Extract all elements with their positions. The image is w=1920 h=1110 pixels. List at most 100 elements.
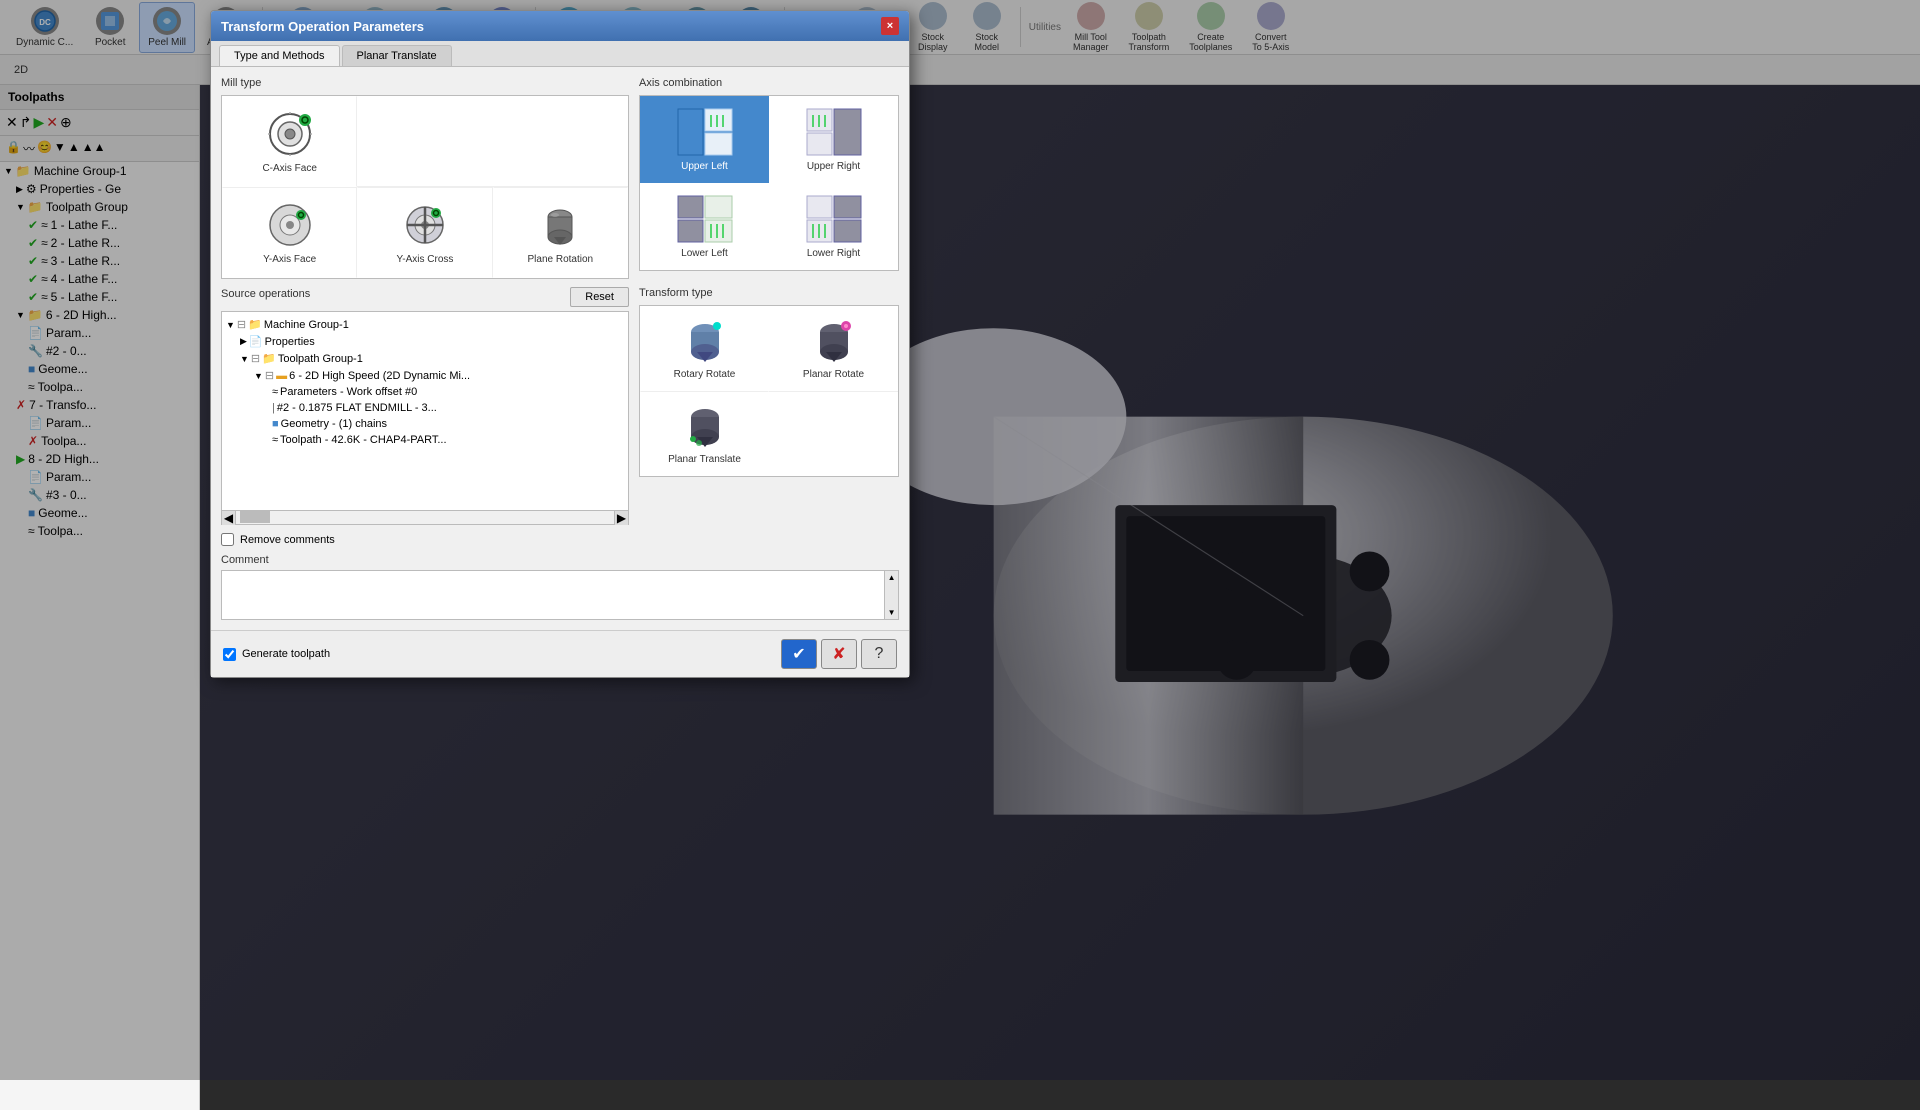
mill-type-grid: C-Axis Face <box>221 95 629 279</box>
src-properties[interactable]: ▶ 📄 Properties <box>222 333 628 350</box>
mill-type-plane-rotation[interactable]: Plane Rotation <box>493 187 628 278</box>
dialog-footer: Generate toolpath ✔ ✘ ? <box>211 630 909 677</box>
comment-section: Comment ▲ ▼ <box>221 554 899 620</box>
src-machine-group[interactable]: ▼ ⊟ 📁 Machine Group-1 <box>222 316 628 333</box>
c-axis-face-icon <box>262 109 318 159</box>
axis-lower-right[interactable]: Lower Right <box>769 183 898 270</box>
comment-vscroll[interactable]: ▲ ▼ <box>885 570 899 620</box>
axis-combination-section: Axis combination <box>639 77 899 279</box>
upper-right-icon <box>805 107 863 157</box>
scroll-left-btn[interactable]: ◀ <box>222 511 236 525</box>
src-6-2dhigh[interactable]: ▼ ⊟ ▬ 6 - 2D High Speed (2D Dynamic Mi..… <box>222 367 628 384</box>
axis-upper-right[interactable]: Upper Right <box>769 96 898 183</box>
transform-rotary-rotate[interactable]: Rotary Rotate <box>640 306 769 391</box>
transform-planar-translate[interactable]: Planar Translate <box>640 391 769 476</box>
bottom-section: Source operations Reset ▼ ⊟ 📁 Machine Gr… <box>221 287 899 525</box>
src-toolpath[interactable]: ≈ Toolpath - 42.6K - CHAP4-PART... <box>222 432 628 448</box>
transform-dialog: Transform Operation Parameters × Type an… <box>210 10 910 678</box>
comment-textarea[interactable] <box>221 570 885 620</box>
ok-button[interactable]: ✔ <box>781 639 817 669</box>
generate-toolpath-checkbox[interactable] <box>223 648 236 661</box>
src-prop-icon: 📄 <box>249 335 263 348</box>
mill-type-y-axis-face[interactable]: Y-Axis Face <box>222 187 357 278</box>
src-machine-group-icon: 📁 <box>248 318 262 331</box>
axis-lower-left[interactable]: Lower Left <box>640 183 769 270</box>
axis-grid: Upper Left <box>639 95 899 271</box>
rotary-rotate-icon <box>676 317 734 365</box>
planar-translate-icon <box>676 402 734 450</box>
mill-type-c-axis[interactable]: C-Axis Face <box>222 96 357 187</box>
remove-comments-row: Remove comments <box>221 533 899 546</box>
y-axis-face-icon <box>262 200 318 250</box>
src-param[interactable]: ≈ Parameters - Work offset #0 <box>222 384 628 400</box>
comment-scroll-up[interactable]: ▲ <box>888 573 896 582</box>
mill-type-y-axis-cross[interactable]: Y-Axis Cross <box>357 187 492 278</box>
dialog-title: Transform Operation Parameters <box>221 19 424 34</box>
upper-left-label: Upper Left <box>681 161 728 172</box>
source-ops-label: Source operations <box>221 288 310 300</box>
y-axis-cross-icon <box>397 200 453 250</box>
plane-rotation-icon <box>532 200 588 250</box>
scroll-track <box>236 511 614 524</box>
tab-type-methods[interactable]: Type and Methods <box>219 45 340 66</box>
generate-toolpath-check: Generate toolpath <box>223 648 330 661</box>
reset-button[interactable]: Reset <box>570 287 629 307</box>
dialog-tabs: Type and Methods Planar Translate <box>211 41 909 67</box>
src-tp-icon: ≈ <box>272 434 278 446</box>
comment-area-wrapper: ▲ ▼ <box>221 570 899 620</box>
src-6-folder-icon: ▬ <box>276 370 287 382</box>
src-geometry[interactable]: ■ Geometry - (1) chains <box>222 416 628 432</box>
comment-label: Comment <box>221 554 899 566</box>
remove-comments-label: Remove comments <box>240 534 335 546</box>
source-operations-section: Source operations Reset ▼ ⊟ 📁 Machine Gr… <box>221 287 629 525</box>
footer-buttons: ✔ ✘ ? <box>781 639 897 669</box>
src-tg-icon: ⊟ <box>251 352 260 365</box>
src-toolpath-group[interactable]: ▼ ⊟ 📁 Toolpath Group-1 <box>222 350 628 367</box>
source-tree-hscroll[interactable]: ◀ ▶ <box>221 511 629 525</box>
scroll-right-btn[interactable]: ▶ <box>614 511 628 525</box>
src-6-icon: ⊟ <box>265 369 274 382</box>
dialog-body: Mill type <box>211 67 909 630</box>
mill-type-section: Mill type <box>221 77 629 279</box>
generate-toolpath-label: Generate toolpath <box>242 648 330 660</box>
planar-rotate-label: Planar Rotate <box>803 369 864 380</box>
planar-rotate-icon <box>805 317 863 365</box>
src-6-expand: ▼ <box>254 371 263 381</box>
upper-left-icon <box>676 107 734 157</box>
lower-right-label: Lower Right <box>807 248 860 259</box>
transform-type-section: Transform type <box>639 287 899 525</box>
tab-planar-translate[interactable]: Planar Translate <box>342 45 452 66</box>
src-param-icon: ≈ <box>272 386 278 398</box>
src-endmill-icon: | <box>272 402 275 414</box>
y-axis-face-label: Y-Axis Face <box>263 254 316 265</box>
scroll-thumb[interactable] <box>240 511 270 523</box>
c-axis-face-label: C-Axis Face <box>262 163 316 174</box>
mill-type-label: Mill type <box>221 77 629 89</box>
transform-empty-cell <box>769 391 898 476</box>
transform-type-label: Transform type <box>639 287 899 299</box>
axis-label: Axis combination <box>639 77 899 89</box>
help-button[interactable]: ? <box>861 639 897 669</box>
planar-translate-label: Planar Translate <box>668 454 741 465</box>
dialog-titlebar: Transform Operation Parameters × <box>211 11 909 41</box>
src-tg-folder-icon: 📁 <box>262 352 276 365</box>
top-section: Mill type <box>221 77 899 279</box>
src-endmill[interactable]: | #2 - 0.1875 FLAT ENDMILL - 3... <box>222 400 628 416</box>
dialog-close-button[interactable]: × <box>881 17 899 35</box>
cancel-button[interactable]: ✘ <box>821 639 857 669</box>
src-geom-icon: ■ <box>272 418 279 430</box>
src-prop-expand: ▶ <box>240 336 247 347</box>
source-operations-tree[interactable]: ▼ ⊟ 📁 Machine Group-1 ▶ 📄 Properties ▼ <box>221 311 629 511</box>
rotary-rotate-label: Rotary Rotate <box>674 369 736 380</box>
src-folder-icon: ⊟ <box>237 318 246 331</box>
lower-left-label: Lower Left <box>681 248 728 259</box>
lower-left-icon <box>676 194 734 244</box>
dialog-overlay: Transform Operation Parameters × Type an… <box>0 0 1920 1080</box>
lower-right-icon <box>805 194 863 244</box>
y-axis-cross-label: Y-Axis Cross <box>397 254 454 265</box>
source-ops-header: Source operations Reset <box>221 287 629 307</box>
remove-comments-checkbox[interactable] <box>221 533 234 546</box>
axis-upper-left[interactable]: Upper Left <box>640 96 769 183</box>
comment-scroll-down[interactable]: ▼ <box>888 608 896 617</box>
transform-planar-rotate[interactable]: Planar Rotate <box>769 306 898 391</box>
